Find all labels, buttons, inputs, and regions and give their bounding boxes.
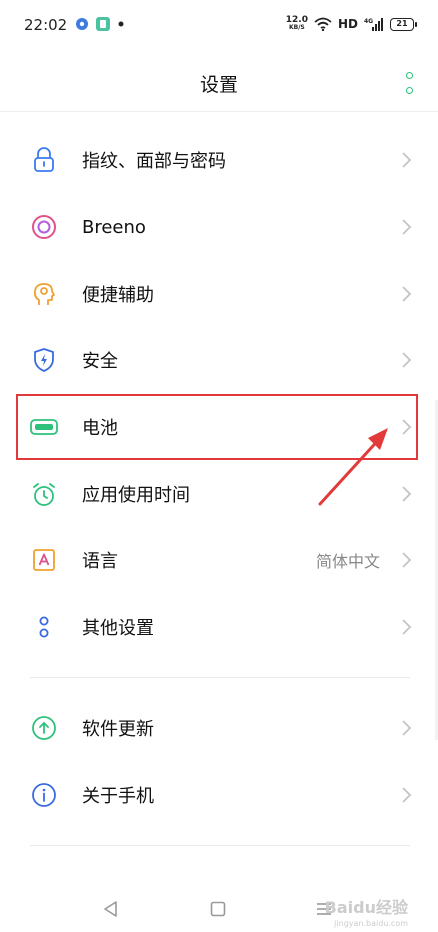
lock-icon bbox=[30, 146, 58, 174]
app-notification-icon bbox=[76, 18, 88, 30]
settings-item-about-phone[interactable]: 关于手机 bbox=[0, 762, 438, 829]
settings-item-software-update[interactable]: 软件更新 bbox=[0, 695, 438, 762]
settings-item-label: 便捷辅助 bbox=[82, 284, 154, 306]
status-battery-icon: 21 bbox=[390, 17, 417, 31]
bottom-nav: Baidu经验 jingyan.baidu.com bbox=[0, 888, 438, 932]
settings-list-2: 软件更新 关于手机 bbox=[0, 695, 438, 828]
home-icon[interactable] bbox=[210, 901, 226, 917]
info-icon bbox=[30, 781, 58, 809]
settings-item-assist[interactable]: 便捷辅助 bbox=[0, 260, 438, 327]
more-dot-icon bbox=[405, 87, 413, 94]
status-bar: 22:02 12.0 KB/S HD 4G 21 bbox=[0, 0, 438, 52]
chevron-right-icon bbox=[402, 352, 412, 369]
settings-item-label: 指纹、面部与密码 bbox=[82, 151, 226, 173]
settings-item-label: 其他设置 bbox=[82, 618, 154, 640]
back-icon[interactable] bbox=[102, 900, 120, 918]
settings-item-language[interactable]: 语言 简体中文 bbox=[0, 527, 438, 594]
settings-item-other-settings[interactable]: 其他设置 bbox=[0, 594, 438, 661]
notification-icons bbox=[76, 17, 124, 31]
settings-item-label: 软件更新 bbox=[82, 719, 154, 741]
nav-bar: 设置 bbox=[0, 52, 438, 112]
shield-icon bbox=[30, 346, 58, 374]
svg-text:4G: 4G bbox=[364, 18, 373, 25]
update-icon bbox=[30, 714, 58, 742]
section-divider bbox=[30, 677, 410, 678]
app-notification-icon-2 bbox=[96, 17, 110, 31]
watermark: Baidu经验 bbox=[324, 898, 408, 917]
status-time: 22:02 bbox=[24, 16, 68, 34]
settings-item-security[interactable]: 安全 bbox=[0, 327, 438, 394]
language-value: 简体中文 bbox=[315, 552, 380, 572]
settings-item-label: 关于手机 bbox=[82, 786, 154, 808]
chevron-right-icon bbox=[402, 787, 412, 803]
settings-item-fingerprint[interactable]: 指纹、面部与密码 bbox=[0, 127, 438, 194]
alarm-clock-icon bbox=[30, 480, 58, 508]
settings-item-label: Breeno bbox=[82, 216, 146, 238]
annotation-arrow-icon bbox=[318, 428, 388, 506]
chevron-right-icon bbox=[402, 286, 412, 302]
wifi-icon bbox=[314, 17, 332, 31]
chevron-right-icon bbox=[402, 486, 412, 502]
watermark-sub: jingyan.baidu.com bbox=[334, 919, 408, 928]
dot-icon bbox=[118, 21, 124, 27]
more-dot-icon bbox=[405, 72, 413, 79]
settings-item-label: 语言 bbox=[82, 551, 118, 573]
net-speed-value: 12.0 bbox=[285, 15, 308, 25]
net-speed-unit: KB/S bbox=[289, 24, 305, 31]
net-speed: 12.0 KB/S bbox=[286, 16, 308, 32]
chevron-right-icon bbox=[402, 219, 412, 235]
chevron-right-icon bbox=[402, 152, 412, 168]
page-title: 设置 bbox=[199, 74, 238, 96]
language-icon bbox=[30, 546, 58, 574]
chevron-right-icon bbox=[402, 619, 412, 635]
settings-item-breeno[interactable]: Breeno bbox=[0, 194, 438, 261]
section-divider bbox=[30, 845, 410, 846]
hd-label: HD bbox=[337, 17, 358, 31]
settings-item-label: 安全 bbox=[82, 351, 118, 373]
status-right: 12.0 KB/S HD 4G 21 bbox=[286, 16, 417, 32]
more-options-button[interactable] bbox=[402, 72, 416, 94]
chevron-right-icon bbox=[402, 552, 412, 569]
chevron-right-icon bbox=[402, 720, 412, 736]
settings-item-label: 应用使用时间 bbox=[82, 484, 190, 506]
breeno-icon bbox=[30, 213, 58, 241]
signal-icon: 4G bbox=[364, 18, 383, 31]
assist-icon bbox=[30, 280, 58, 308]
other-settings-icon bbox=[30, 613, 58, 641]
